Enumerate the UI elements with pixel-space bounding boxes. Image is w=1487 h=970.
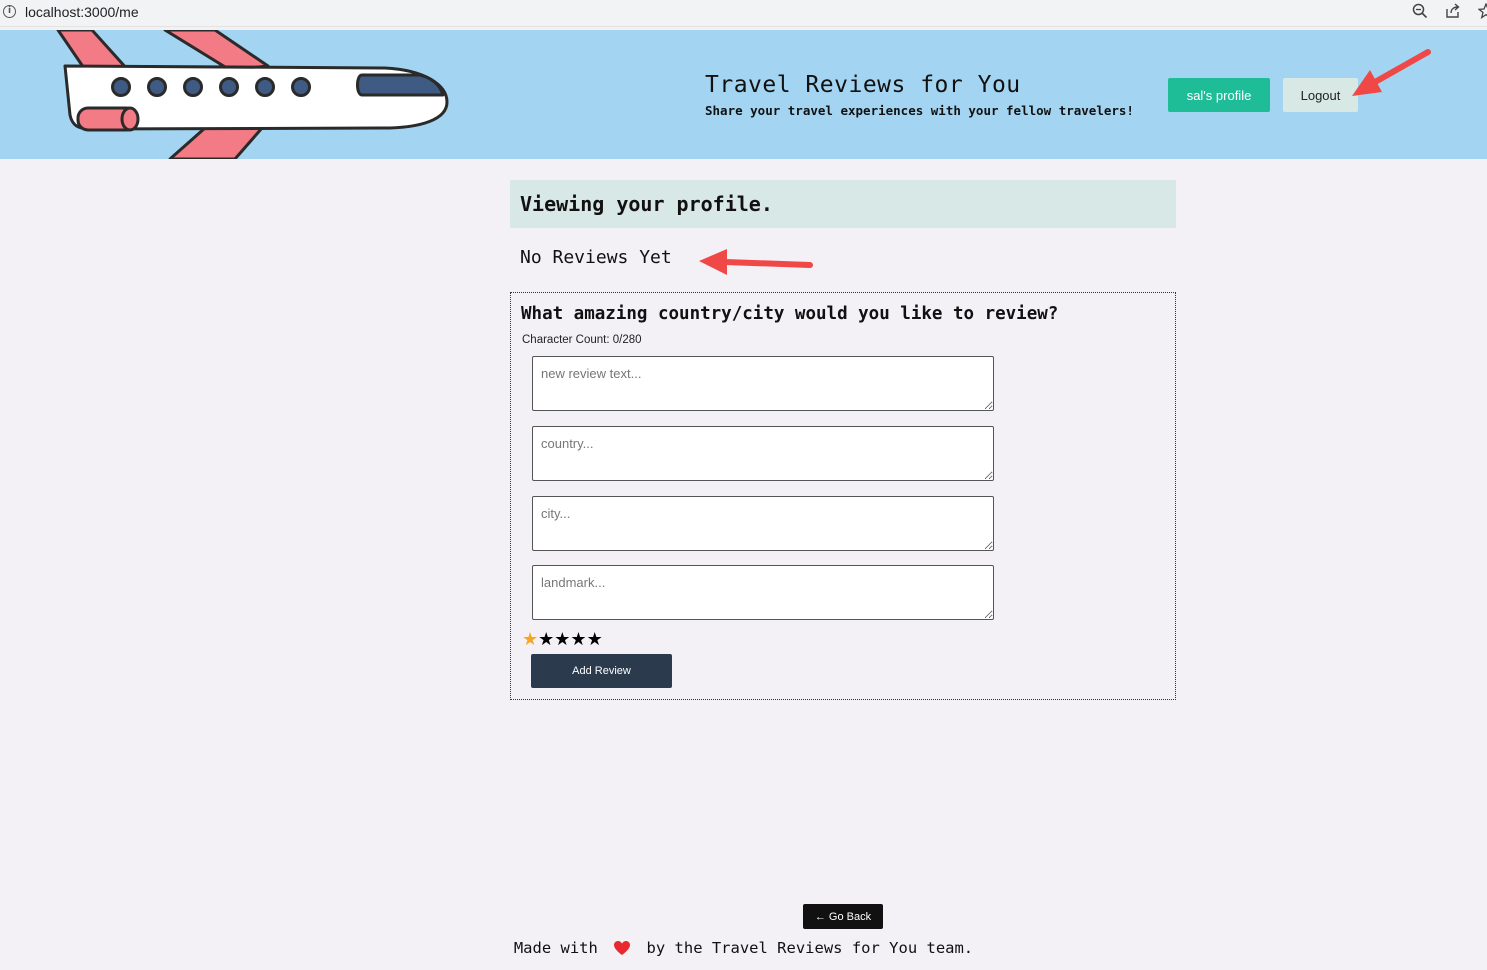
- airplane-logo: [56, 30, 449, 159]
- star-1-icon[interactable]: ★: [522, 629, 538, 650]
- city-input[interactable]: [532, 496, 994, 551]
- logout-button[interactable]: Logout: [1283, 78, 1358, 112]
- profile-heading-bar: Viewing your profile.: [510, 180, 1176, 228]
- go-back-button[interactable]: ← Go Back: [803, 904, 883, 929]
- bookmark-star-icon[interactable]: [1478, 3, 1487, 19]
- zoom-icon[interactable]: [1412, 3, 1428, 19]
- no-reviews-text: No Reviews Yet: [520, 247, 672, 268]
- browser-address-bar: i localhost:3000/me: [0, 0, 1487, 27]
- review-form: What amazing country/city would you like…: [510, 292, 1176, 700]
- site-info-icon[interactable]: i: [3, 5, 16, 18]
- address-url[interactable]: localhost:3000/me: [25, 4, 139, 20]
- footer: Made with by the Travel Reviews for You …: [0, 939, 1487, 957]
- site-title: Travel Reviews for You: [705, 72, 1021, 98]
- star-3-icon[interactable]: ★: [554, 629, 570, 650]
- heart-icon: [614, 941, 631, 955]
- annotation-arrow-no-reviews: [699, 249, 813, 275]
- profile-heading: Viewing your profile.: [520, 192, 773, 216]
- star-4-icon[interactable]: ★: [570, 629, 586, 650]
- form-question: What amazing country/city would you like…: [521, 304, 1059, 324]
- review-text-input[interactable]: [532, 356, 994, 411]
- country-input[interactable]: [532, 426, 994, 481]
- footer-text-after: by the Travel Reviews for You team.: [646, 939, 974, 957]
- landmark-input[interactable]: [532, 565, 994, 620]
- star-5-icon[interactable]: ★: [587, 629, 603, 650]
- star-2-icon[interactable]: ★: [538, 629, 554, 650]
- profile-button[interactable]: sal's profile: [1168, 78, 1270, 112]
- add-review-button[interactable]: Add Review: [531, 654, 672, 688]
- character-count: Character Count: 0/280: [522, 334, 642, 346]
- share-icon[interactable]: [1445, 3, 1461, 19]
- star-rating: ★★★★★: [522, 630, 603, 650]
- footer-text-before: Made with: [513, 939, 598, 957]
- site-subtitle: Share your travel experiences with your …: [705, 103, 1134, 118]
- site-header: Travel Reviews for You Share your travel…: [0, 30, 1487, 159]
